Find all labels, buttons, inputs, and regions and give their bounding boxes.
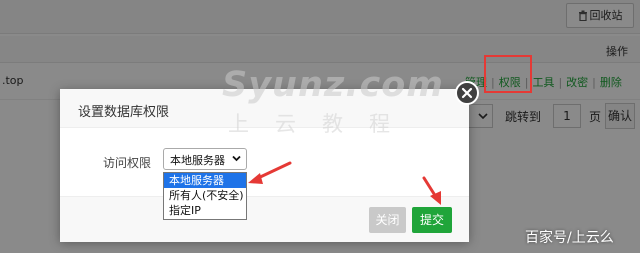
select-current-value: 本地服务器 [170,154,225,167]
source-credit: 百家号/上云么 [525,230,614,246]
close-button[interactable]: 关闭 [369,207,406,233]
dialog-close-icon[interactable] [455,81,479,105]
chevron-down-icon [232,155,241,162]
permission-highlight-box [484,55,532,93]
watermark-main: Syunz.com [222,65,444,105]
access-permission-label: 访问权限 [103,156,152,170]
submit-button[interactable]: 提交 [412,207,452,233]
permission-options-dropdown: 本地服务器 所有人(不安全) 指定IP [163,172,247,220]
dialog-footer: 关闭 提交 [60,196,469,242]
arrow-annotation-icon [248,161,292,184]
dialog-title: 设置数据库权限 [78,105,170,120]
option-local-server[interactable]: 本地服务器 [164,173,246,188]
watermark-sub: 上云教程 [228,112,416,136]
arrow-annotation-icon [422,176,441,205]
access-permission-select[interactable]: 本地服务器 [163,148,247,170]
option-specific-ip[interactable]: 指定IP [164,203,246,218]
option-everyone[interactable]: 所有人(不安全) [164,188,246,203]
